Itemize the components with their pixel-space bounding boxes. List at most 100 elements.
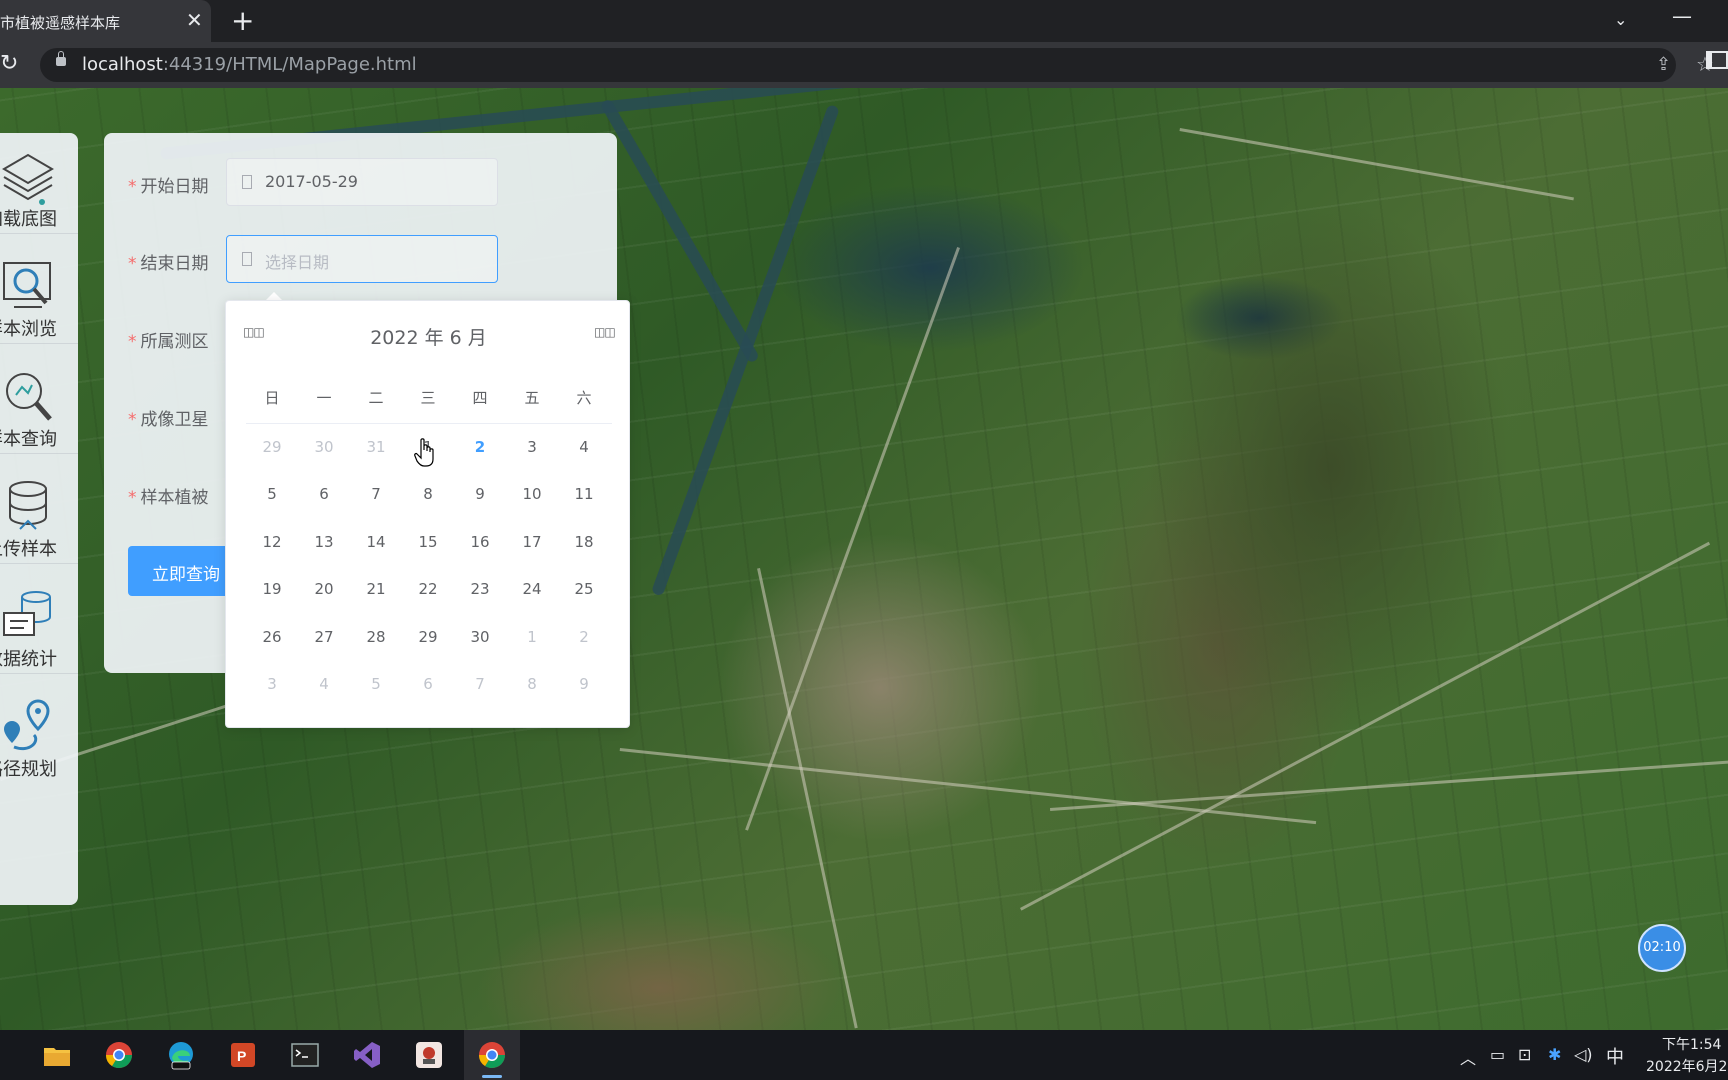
day-cell[interactable]: 9 (454, 471, 506, 518)
day-cell[interactable]: 26 (246, 614, 298, 661)
new-tab-button[interactable]: + (231, 4, 254, 37)
end-date-input[interactable]: 选择日期 (226, 235, 498, 283)
day-cell[interactable]: 6 (298, 471, 350, 518)
day-cell[interactable]: 15 (402, 519, 454, 566)
day-cell[interactable]: 16 (454, 519, 506, 566)
end-date-label: * 结束日期 (128, 254, 209, 274)
side-panel-icon[interactable] (1706, 51, 1728, 69)
taskbar: P ︿ ▭ ⊡ ✱ ◁) 中 下午1:54 2022年6月2 (0, 1030, 1728, 1080)
day-cell-today[interactable]: 2 (454, 424, 506, 471)
day-cell[interactable]: 22 (402, 566, 454, 613)
minimize-icon[interactable]: — (1672, 4, 1692, 28)
picker-month-header[interactable]: 2022 年 6 月 (226, 323, 631, 350)
app-icon[interactable] (414, 1040, 444, 1070)
sidebar-item-upload-sample[interactable]: 上传样本 (0, 463, 78, 564)
tool-sidebar: 加载底图 样本浏览 样本查询 上传样本 (0, 133, 78, 905)
day-cell[interactable]: 25 (558, 566, 610, 613)
day-cell[interactable]: 1 (506, 614, 558, 661)
satellite-label: * 成像卫星 (128, 410, 209, 430)
sidebar-label: 样本查询 (0, 429, 57, 450)
day-cell[interactable]: 29 (246, 424, 298, 471)
sidebar-item-sample-search[interactable]: 样本查询 (0, 353, 78, 454)
recording-timer[interactable]: 02:10 (1638, 924, 1686, 972)
weekday-header: 日 一 二 三 四 五 六 (246, 387, 612, 424)
network-icon[interactable]: ⊡ (1518, 1045, 1531, 1064)
sidebar-label: 样本浏览 (0, 319, 57, 340)
vegetation-label: * 样本植被 (128, 488, 209, 508)
start-date-value: 2017-05-29 (265, 172, 358, 191)
visual-studio-icon[interactable] (352, 1040, 382, 1070)
day-cell[interactable]: 7 (350, 471, 402, 518)
day-cell[interactable]: 20 (298, 566, 350, 613)
weekday-label: 一 (316, 389, 332, 407)
start-date-input[interactable]: 2017-05-29 (226, 158, 498, 206)
weekday-label: 六 (576, 389, 592, 407)
sidebar-item-sample-browse[interactable]: 样本浏览 (0, 243, 78, 344)
next-year-icon[interactable]: ◫◫ (594, 325, 616, 339)
weekday-label: 五 (524, 389, 540, 407)
bluetooth-icon[interactable]: ✱ (1548, 1045, 1561, 1064)
day-cell[interactable]: 30 (454, 614, 506, 661)
sidebar-label: 上传样本 (0, 539, 57, 560)
terminal-icon[interactable] (290, 1040, 320, 1070)
start-date-label: * 开始日期 (128, 177, 209, 197)
day-cell[interactable]: 31 (350, 424, 402, 471)
day-cell[interactable]: 5 (246, 471, 298, 518)
address-bar[interactable]: localhost:44319/HTML/MapPage.html ⇪ ☆ (40, 48, 1714, 82)
day-cell[interactable]: 24 (506, 566, 558, 613)
day-cell[interactable]: 9 (558, 661, 610, 708)
edge-beta-icon[interactable] (166, 1040, 196, 1070)
sidebar-label: 路径规划 (0, 759, 57, 780)
battery-icon[interactable]: ▭ (1490, 1045, 1505, 1064)
day-cell[interactable]: 10 (506, 471, 558, 518)
browser-toolbar: ↻ localhost:44319/HTML/MapPage.html ⇪ ☆ (0, 42, 1728, 88)
day-cell[interactable]: 14 (350, 519, 402, 566)
lock-icon[interactable] (56, 51, 66, 66)
volume-icon[interactable]: ◁) (1574, 1045, 1593, 1064)
sidebar-item-load-basemap[interactable]: 加载底图 (0, 133, 78, 234)
day-cell[interactable]: 3 (246, 661, 298, 708)
active-chrome-taskbar[interactable] (464, 1030, 520, 1080)
day-cell[interactable]: 4 (298, 661, 350, 708)
tab-search-chevron-icon[interactable]: ⌄ (1614, 10, 1627, 29)
tab-title: 市植被遥感样本库 (0, 14, 121, 32)
tab-close-icon[interactable]: ✕ (186, 8, 203, 32)
day-cell[interactable]: 28 (350, 614, 402, 661)
svg-text:P: P (237, 1048, 246, 1064)
day-cell[interactable]: 4 (558, 424, 610, 471)
browser-tab[interactable]: 市植被遥感样本库 ✕ (0, 0, 211, 42)
file-explorer-icon[interactable] (42, 1040, 72, 1070)
day-cell[interactable]: 13 (298, 519, 350, 566)
weekday-label: 二 (368, 389, 384, 407)
day-cell[interactable]: 30 (298, 424, 350, 471)
day-cell[interactable]: 7 (454, 661, 506, 708)
clock-time[interactable]: 下午1:54 (1662, 1034, 1721, 1054)
reload-icon[interactable]: ↻ (0, 51, 18, 76)
sidebar-item-route-planning[interactable]: 路径规划 (0, 683, 78, 783)
weekday-label: 日 (264, 389, 280, 407)
sidebar-item-statistics[interactable]: 数据统计 (0, 573, 78, 674)
day-cell[interactable]: 17 (506, 519, 558, 566)
tray-chevron-icon[interactable]: ︿ (1460, 1045, 1476, 1069)
chrome-icon[interactable] (104, 1040, 134, 1070)
clock-date[interactable]: 2022年6月2 (1646, 1056, 1727, 1076)
day-cell[interactable]: 3 (506, 424, 558, 471)
url-text[interactable]: localhost:44319/HTML/MapPage.html (82, 54, 417, 75)
day-cell[interactable]: 11 (558, 471, 610, 518)
day-cell[interactable]: 8 (506, 661, 558, 708)
day-cell[interactable]: 19 (246, 566, 298, 613)
day-cell[interactable]: 18 (558, 519, 610, 566)
day-cell[interactable]: 27 (298, 614, 350, 661)
day-cell[interactable]: 21 (350, 566, 402, 613)
day-cell[interactable]: 6 (402, 661, 454, 708)
sample-search-icon (6, 373, 52, 421)
powerpoint-icon[interactable]: P (228, 1040, 258, 1070)
day-cell[interactable]: 23 (454, 566, 506, 613)
day-cell[interactable]: 2 (558, 614, 610, 661)
day-cell[interactable]: 5 (350, 661, 402, 708)
day-cell[interactable]: 29 (402, 614, 454, 661)
day-cell[interactable]: 8 (402, 471, 454, 518)
share-icon[interactable]: ⇪ (1656, 54, 1671, 75)
ime-indicator[interactable]: 中 (1606, 1043, 1624, 1069)
day-cell[interactable]: 12 (246, 519, 298, 566)
